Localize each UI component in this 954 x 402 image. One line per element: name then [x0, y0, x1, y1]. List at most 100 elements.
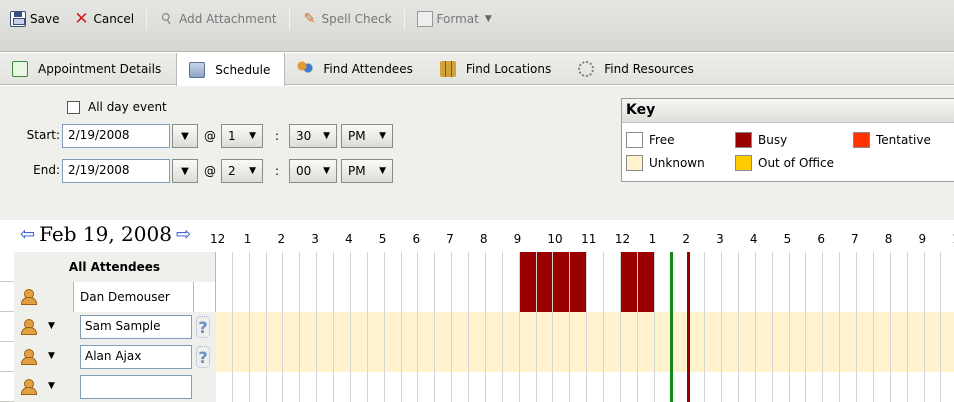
- meeting-start-marker[interactable]: [670, 252, 674, 282]
- time-slot[interactable]: [671, 342, 689, 372]
- time-slot[interactable]: [891, 342, 908, 372]
- start-date-input[interactable]: 2/19/2008: [62, 124, 170, 148]
- time-slot[interactable]: [688, 252, 706, 282]
- time-slot[interactable]: [368, 312, 385, 342]
- time-slot[interactable]: [638, 342, 655, 372]
- time-slot[interactable]: [908, 252, 925, 282]
- time-slot[interactable]: [334, 282, 351, 312]
- time-slot[interactable]: [435, 312, 453, 342]
- end-minute-select[interactable]: 00 ▼: [289, 159, 337, 183]
- time-slot[interactable]: [452, 252, 470, 282]
- time-slot[interactable]: [739, 282, 756, 312]
- time-slot[interactable]: [688, 372, 706, 402]
- time-slot[interactable]: [402, 312, 419, 342]
- time-slot[interactable]: [317, 252, 335, 282]
- time-slot[interactable]: [300, 312, 318, 342]
- time-slot[interactable]: [908, 342, 925, 372]
- busy-slot[interactable]: [620, 282, 638, 312]
- start-ampm-select[interactable]: PM ▼: [341, 124, 393, 148]
- time-slot[interactable]: [300, 372, 318, 402]
- time-slot[interactable]: [283, 282, 301, 312]
- time-slot[interactable]: [368, 282, 385, 312]
- time-slot[interactable]: [418, 312, 436, 342]
- time-slot[interactable]: [722, 252, 739, 282]
- time-slot[interactable]: [587, 312, 604, 342]
- next-day-arrow-icon[interactable]: ⇨: [176, 224, 191, 245]
- time-slot[interactable]: [351, 282, 368, 312]
- time-slot[interactable]: [587, 372, 604, 402]
- time-slot[interactable]: [790, 282, 807, 312]
- time-slot[interactable]: [267, 372, 284, 402]
- meeting-start-marker[interactable]: [670, 282, 674, 312]
- time-slot[interactable]: [756, 372, 773, 402]
- time-slot[interactable]: [705, 372, 723, 402]
- time-slot[interactable]: [452, 312, 470, 342]
- time-slot[interactable]: [941, 282, 954, 312]
- time-slot[interactable]: [722, 282, 739, 312]
- time-slot[interactable]: [604, 342, 621, 372]
- meeting-start-marker[interactable]: [670, 342, 674, 372]
- time-slot[interactable]: [385, 372, 402, 402]
- time-slot[interactable]: [233, 342, 250, 372]
- time-slot[interactable]: [621, 342, 638, 372]
- time-slot[interactable]: [671, 312, 689, 342]
- time-slot[interactable]: [722, 342, 739, 372]
- time-slot[interactable]: [469, 372, 486, 402]
- time-slot[interactable]: [317, 312, 335, 342]
- time-slot[interactable]: [925, 342, 942, 372]
- meeting-end-marker[interactable]: [687, 372, 691, 402]
- time-slot[interactable]: [874, 342, 891, 372]
- time-slot[interactable]: [638, 372, 655, 402]
- time-slot[interactable]: [621, 312, 638, 342]
- time-slot[interactable]: [435, 372, 453, 402]
- busy-slot[interactable]: [570, 252, 588, 282]
- time-slot[interactable]: [402, 282, 419, 312]
- time-slot[interactable]: [840, 342, 858, 372]
- time-slot[interactable]: [756, 282, 773, 312]
- busy-slot[interactable]: [519, 282, 537, 312]
- time-slot[interactable]: [604, 372, 621, 402]
- time-slot[interactable]: [385, 252, 402, 282]
- time-slot[interactable]: [925, 282, 942, 312]
- time-slot[interactable]: [773, 342, 790, 372]
- time-slot[interactable]: [790, 342, 807, 372]
- time-slot[interactable]: [756, 252, 773, 282]
- time-slot[interactable]: [891, 312, 908, 342]
- time-slot[interactable]: [823, 342, 841, 372]
- time-slot[interactable]: [216, 282, 233, 312]
- time-slot[interactable]: [402, 342, 419, 372]
- time-slot[interactable]: [503, 252, 520, 282]
- time-slot[interactable]: [486, 252, 503, 282]
- time-slot[interactable]: [553, 312, 571, 342]
- time-slot[interactable]: [503, 282, 520, 312]
- time-slot[interactable]: [806, 282, 824, 312]
- busy-slot[interactable]: [536, 282, 554, 312]
- time-slot[interactable]: [705, 252, 723, 282]
- time-slot[interactable]: [520, 342, 537, 372]
- time-slot[interactable]: [739, 372, 756, 402]
- time-slot[interactable]: [402, 372, 419, 402]
- time-slot[interactable]: [469, 342, 486, 372]
- time-slot[interactable]: [638, 312, 655, 342]
- time-slot[interactable]: [705, 342, 723, 372]
- time-slot[interactable]: [418, 252, 436, 282]
- time-slot[interactable]: [250, 342, 267, 372]
- time-slot[interactable]: [840, 252, 858, 282]
- time-slot[interactable]: [925, 372, 942, 402]
- time-slot[interactable]: [317, 342, 335, 372]
- busy-slot[interactable]: [519, 252, 537, 282]
- time-slot[interactable]: [317, 282, 335, 312]
- time-slot[interactable]: [452, 282, 470, 312]
- time-slot[interactable]: [570, 312, 588, 342]
- time-slot[interactable]: [823, 312, 841, 342]
- time-slot[interactable]: [368, 342, 385, 372]
- time-slot[interactable]: [688, 312, 706, 342]
- time-slot[interactable]: [300, 252, 318, 282]
- tab-find-attendees[interactable]: Find Attendees: [285, 53, 427, 84]
- add-attachment-button[interactable]: ⚲ Add Attachment: [155, 9, 280, 29]
- time-slot[interactable]: [435, 282, 453, 312]
- time-slot[interactable]: [537, 372, 554, 402]
- time-slot[interactable]: [435, 252, 453, 282]
- start-date-dropdown[interactable]: ▼: [172, 124, 198, 148]
- time-slot[interactable]: [705, 282, 723, 312]
